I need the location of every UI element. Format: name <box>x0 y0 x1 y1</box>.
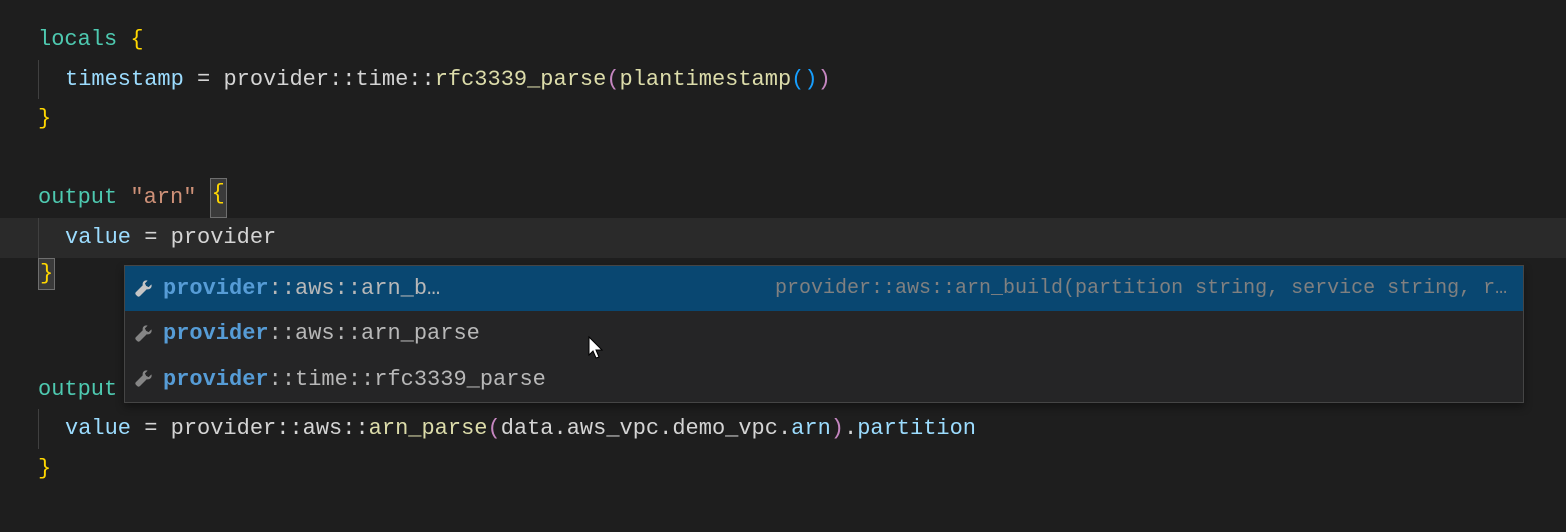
autocomplete-popup: provider::aws::arn_b… provider::aws::arn… <box>124 265 1524 403</box>
wrench-icon <box>133 279 153 299</box>
timestamp-key: timestamp <box>65 67 184 92</box>
wrench-icon <box>133 369 153 389</box>
code-line-3[interactable]: } <box>0 99 1566 139</box>
autocomplete-item-1[interactable]: provider::aws::arn_b… provider::aws::arn… <box>125 266 1523 311</box>
autocomplete-item-2[interactable]: provider::aws::arn_parse <box>125 311 1523 356</box>
code-line-1[interactable]: locals { <box>0 20 1566 60</box>
brace-close: } <box>38 99 51 139</box>
code-line-11[interactable]: value = provider::aws::arn_parse(data.aw… <box>0 409 1566 449</box>
autocomplete-item-3[interactable]: provider::time::rfc3339_parse <box>125 357 1523 402</box>
wrench-icon <box>133 324 153 344</box>
autocomplete-doc: provider::aws::arn_build(partition strin… <box>735 272 1515 306</box>
code-line-5[interactable]: output "arn" { <box>0 178 1566 218</box>
brace-open-highlighted: { <box>210 178 227 218</box>
code-line-6-active[interactable]: value = provider <box>0 218 1566 258</box>
mouse-cursor-icon <box>583 335 607 363</box>
locals-keyword: locals <box>38 20 117 60</box>
brace-close-highlighted: } <box>38 258 55 291</box>
code-line-12[interactable]: } <box>0 449 1566 489</box>
typed-provider: provider <box>171 225 277 250</box>
code-line-2[interactable]: timestamp = provider::time::rfc3339_pars… <box>0 60 1566 100</box>
code-line-empty-1[interactable] <box>0 139 1566 179</box>
brace-open: { <box>130 20 143 60</box>
